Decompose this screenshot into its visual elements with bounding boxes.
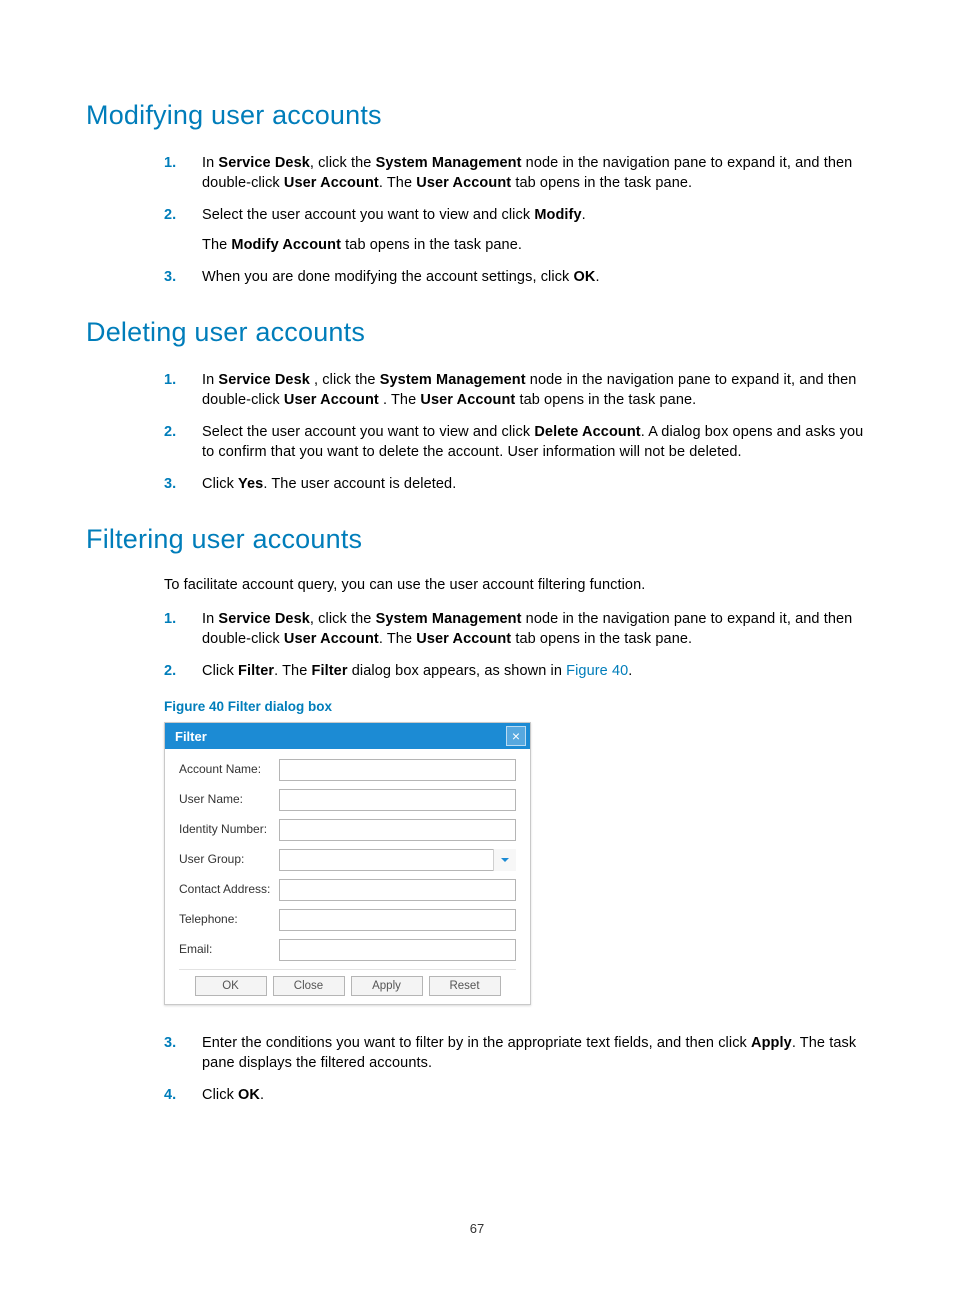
filtering-intro: To facilitate account query, you can use…: [164, 577, 868, 593]
apply-button[interactable]: Apply: [351, 976, 423, 996]
figure-caption: Figure 40 Filter dialog box: [164, 699, 868, 714]
filtering-steps-a: In Service Desk, click the System Manage…: [164, 609, 868, 681]
list-item: In Service Desk, click the System Manage…: [164, 609, 868, 649]
ok-button[interactable]: OK: [195, 976, 267, 996]
figure-link[interactable]: Figure 40: [566, 663, 628, 679]
heading-deleting: Deleting user accounts: [86, 317, 868, 348]
dialog-body: Account Name: User Name: Identity Number…: [165, 749, 530, 1004]
label-telephone: Telephone:: [179, 909, 279, 926]
list-item: Enter the conditions you want to filter …: [164, 1033, 868, 1073]
page: Modifying user accounts In Service Desk,…: [0, 0, 954, 1296]
telephone-input[interactable]: [279, 909, 516, 931]
list-item: Click Yes. The user account is deleted.: [164, 474, 868, 494]
close-icon[interactable]: ×: [506, 726, 526, 746]
label-identity-number: Identity Number:: [179, 819, 279, 836]
user-group-input[interactable]: [279, 849, 516, 871]
modifying-steps: In Service Desk, click the System Manage…: [164, 153, 868, 287]
list-item: In Service Desk, click the System Manage…: [164, 153, 868, 193]
heading-modifying: Modifying user accounts: [86, 100, 868, 131]
account-name-input[interactable]: [279, 759, 516, 781]
label-email: Email:: [179, 939, 279, 956]
list-item-sub: The Modify Account tab opens in the task…: [202, 235, 868, 255]
reset-button[interactable]: Reset: [429, 976, 501, 996]
heading-filtering: Filtering user accounts: [86, 524, 868, 555]
close-button[interactable]: Close: [273, 976, 345, 996]
email-input[interactable]: [279, 939, 516, 961]
deleting-steps: In Service Desk , click the System Manag…: [164, 370, 868, 494]
list-item: When you are done modifying the account …: [164, 267, 868, 287]
list-item: Select the user account you want to view…: [164, 422, 868, 462]
list-item: Click Filter. The Filter dialog box appe…: [164, 661, 868, 681]
dialog-titlebar: Filter ×: [165, 723, 530, 749]
dialog-title: Filter: [175, 729, 207, 744]
user-name-input[interactable]: [279, 789, 516, 811]
chevron-down-icon[interactable]: [493, 849, 516, 871]
list-item: In Service Desk , click the System Manag…: [164, 370, 868, 410]
filtering-steps-b: Enter the conditions you want to filter …: [164, 1033, 868, 1105]
identity-number-input[interactable]: [279, 819, 516, 841]
contact-address-input[interactable]: [279, 879, 516, 901]
label-account-name: Account Name:: [179, 759, 279, 776]
label-user-name: User Name:: [179, 789, 279, 806]
list-item: Select the user account you want to view…: [164, 205, 868, 255]
page-number: 67: [0, 1221, 954, 1236]
dialog-buttons: OK Close Apply Reset: [179, 969, 516, 996]
label-user-group: User Group:: [179, 849, 279, 866]
list-item: Click OK.: [164, 1085, 868, 1105]
filter-dialog: Filter × Account Name: User Name: Identi…: [164, 722, 531, 1005]
label-contact-address: Contact Address:: [179, 879, 279, 896]
